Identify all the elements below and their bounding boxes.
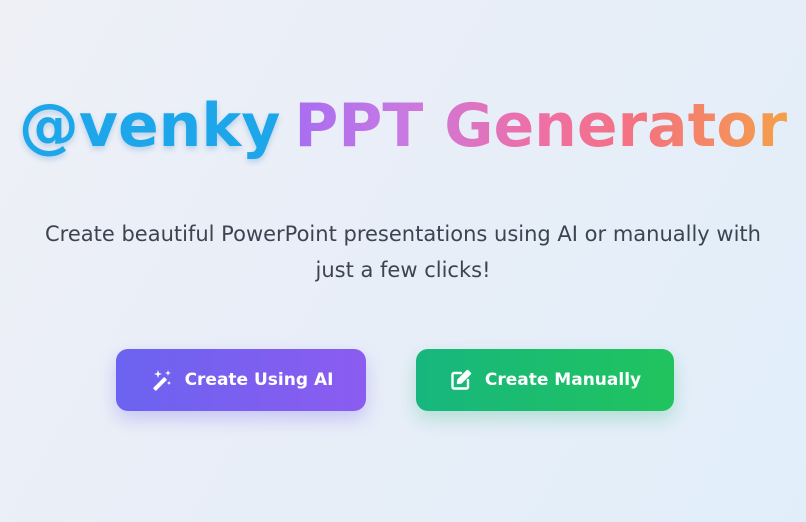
create-using-ai-label: Create Using AI [184,370,334,390]
page-subtitle: Create beautiful PowerPoint presentation… [0,216,806,288]
create-manually-button[interactable]: Create Manually [416,349,674,411]
create-using-ai-button[interactable]: Create Using AI [116,349,366,411]
magic-wand-icon [149,368,173,392]
title-ppt-generator: PPT Generator [294,84,787,168]
hero-section: @venky PPT Generator Create beautiful Pow… [0,0,806,522]
subtitle-line-2: just a few clicks! [315,258,491,282]
title-brand: @venky [18,91,281,161]
page-title: @venky PPT Generator [0,84,806,168]
edit-icon [449,368,473,392]
subtitle-line-1: Create beautiful PowerPoint presentation… [45,222,761,246]
title-generator: Generator [444,91,788,161]
create-manually-label: Create Manually [484,370,642,390]
title-ppt: PPT [294,91,424,161]
